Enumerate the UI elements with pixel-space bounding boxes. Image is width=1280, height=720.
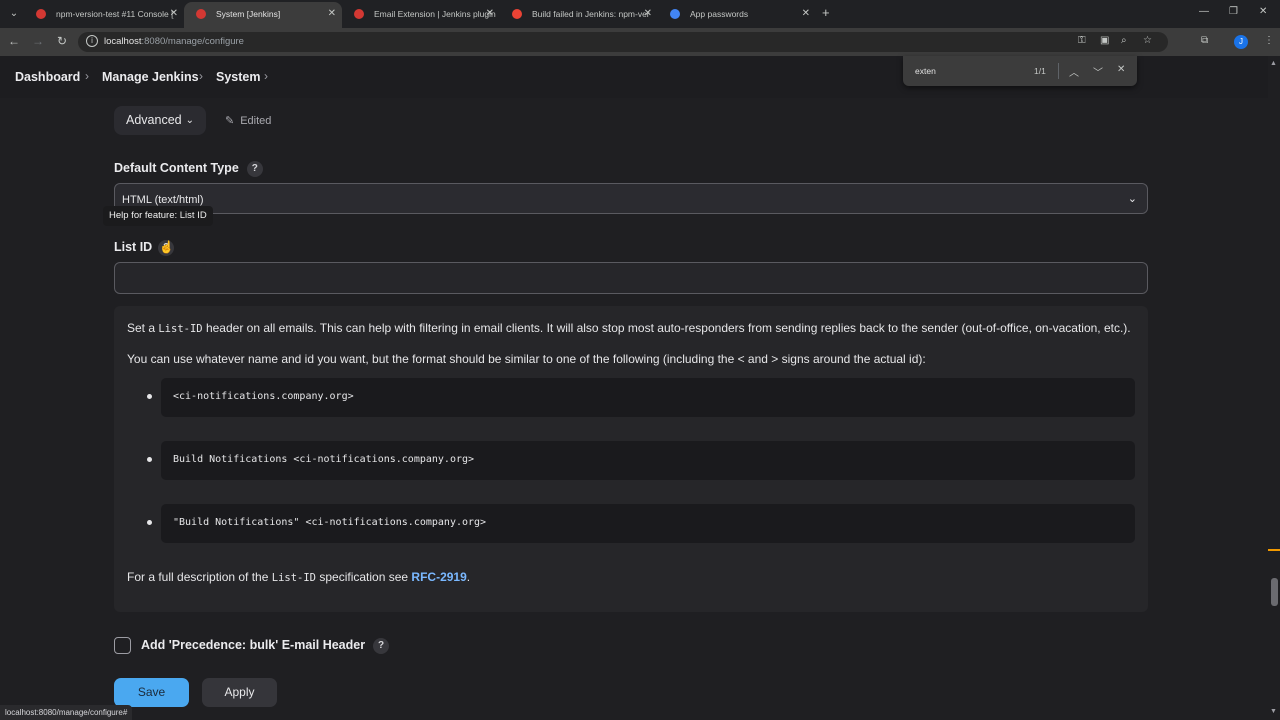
precedence-bulk-checkbox[interactable] xyxy=(114,637,131,654)
edited-indicator: ✎ Edited xyxy=(225,115,272,127)
find-input[interactable]: exten xyxy=(915,66,936,76)
page-action-icon[interactable]: ▣ xyxy=(1100,35,1109,46)
url-text: localhost:8080/manage/configure xyxy=(104,36,244,47)
site-info-icon[interactable]: i xyxy=(86,35,98,47)
browser-tab-strip: ⌄ npm-version-test #11 Console [ ✕ Syste… xyxy=(0,0,1280,28)
restore-icon[interactable]: ❐ xyxy=(1229,6,1238,17)
apply-button[interactable]: Apply xyxy=(202,678,277,707)
scrollbar[interactable] xyxy=(1268,56,1280,720)
configure-form: Advanced ⌄ ✎ Edited Default Content Type?… xyxy=(0,98,1268,720)
help-paragraph: You can use whatever name and id you wan… xyxy=(127,352,926,366)
breadcrumb-separator-icon: › xyxy=(85,69,89,83)
save-button[interactable]: Save xyxy=(114,678,189,707)
list-id-input[interactable] xyxy=(114,262,1148,294)
jenkins-favicon-icon xyxy=(354,9,364,19)
google-favicon-icon xyxy=(670,9,680,19)
close-tab-icon[interactable]: ✕ xyxy=(802,2,810,26)
breadcrumb-dashboard[interactable]: Dashboard xyxy=(15,70,80,84)
breadcrumb-separator-icon: › xyxy=(199,69,203,83)
find-match-marker xyxy=(1268,549,1280,551)
chevron-down-icon: ⌄ xyxy=(1127,193,1137,205)
jenkins-favicon-icon xyxy=(196,9,206,19)
rfc-2919-link[interactable]: RFC-2919 xyxy=(411,570,466,584)
find-next-icon[interactable]: ﹀ xyxy=(1093,64,1103,79)
list-id-help-panel: Set a List-ID header on all emails. This… xyxy=(114,306,1148,612)
scroll-down-icon[interactable]: ▼ xyxy=(1270,708,1277,715)
close-tab-icon[interactable]: ✕ xyxy=(328,2,336,26)
help-icon[interactable]: ? xyxy=(246,161,263,177)
default-content-type-select[interactable]: HTML (text/html) ⌄ xyxy=(114,183,1148,214)
pencil-icon: ✎ xyxy=(225,115,235,127)
forward-icon[interactable]: → xyxy=(30,34,46,48)
bullet xyxy=(147,394,152,399)
browser-menu-icon[interactable]: ⋮ xyxy=(1264,35,1274,46)
chevron-down-icon: ⌄ xyxy=(185,115,194,126)
minimize-icon[interactable]: — xyxy=(1199,6,1209,17)
new-tab-icon[interactable]: + xyxy=(822,5,830,20)
breadcrumb-manage-jenkins[interactable]: Manage Jenkins xyxy=(102,70,199,84)
code-example: Build Notifications <ci-notifications.co… xyxy=(161,441,1135,480)
back-icon[interactable]: ← xyxy=(6,34,22,48)
reload-icon[interactable]: ↻ xyxy=(54,34,70,48)
zoom-icon[interactable]: ⌕ xyxy=(1121,35,1127,46)
scrollbar-thumb[interactable] xyxy=(1271,578,1278,606)
tab-system-jenkins[interactable]: System [Jenkins] ✕ xyxy=(184,2,342,28)
tab-search-icon[interactable]: ⌄ xyxy=(6,6,22,22)
gmail-favicon-icon xyxy=(512,9,522,19)
jenkins-favicon-icon xyxy=(36,9,46,19)
scroll-up-icon[interactable]: ▲ xyxy=(1270,60,1277,67)
window-close-icon[interactable]: ✕ xyxy=(1259,6,1267,17)
tab-npm-version-test[interactable]: npm-version-test #11 Console [ ✕ xyxy=(24,2,184,28)
help-tooltip: Help for feature: List ID xyxy=(103,206,213,226)
find-divider xyxy=(1058,63,1059,79)
bookmark-star-icon[interactable]: ☆ xyxy=(1143,35,1152,46)
code-example: <ci-notifications.company.org> xyxy=(161,378,1135,417)
extensions-icon[interactable]: ⧉ xyxy=(1201,35,1208,46)
tab-app-passwords[interactable]: App passwords ✕ xyxy=(658,2,816,28)
tab-email-extension[interactable]: Email Extension | Jenkins plugin ✕ xyxy=(342,2,500,28)
tab-build-failed[interactable]: Build failed in Jenkins: npm-ver ✕ xyxy=(500,2,658,28)
browser-toolbar: ← → ↻ i localhost:8080/manage/configure … xyxy=(0,28,1280,56)
breadcrumb-system[interactable]: System xyxy=(216,70,260,84)
default-content-type-label: Default Content Type? xyxy=(114,161,263,177)
close-tab-icon[interactable]: ✕ xyxy=(170,2,178,26)
precedence-bulk-label: Add 'Precedence: bulk' E-mail Header? xyxy=(141,638,390,654)
close-tab-icon[interactable]: ✕ xyxy=(486,2,494,26)
status-url: localhost:8080/manage/configure# xyxy=(0,705,133,720)
help-paragraph: Set a List-ID header on all emails. This… xyxy=(127,321,1131,335)
bullet xyxy=(147,457,152,462)
breadcrumb-dropdown-icon[interactable]: › xyxy=(264,69,268,83)
help-paragraph: For a full description of the List-ID sp… xyxy=(127,570,471,584)
find-previous-icon[interactable]: ︿ xyxy=(1069,64,1079,79)
password-key-icon[interactable]: ⚿ xyxy=(1078,35,1086,46)
find-bar: exten 1/1 ︿ ﹀ ✕ xyxy=(903,56,1137,86)
help-icon[interactable]: ? xyxy=(373,638,390,654)
advanced-button[interactable]: Advanced ⌄ xyxy=(114,106,206,135)
close-tab-icon[interactable]: ✕ xyxy=(644,2,652,26)
find-close-icon[interactable]: ✕ xyxy=(1117,64,1125,75)
bullet xyxy=(147,520,152,525)
profile-avatar[interactable]: J xyxy=(1234,35,1248,49)
code-example: "Build Notifications" <ci-notifications.… xyxy=(161,504,1135,543)
mouse-cursor-icon: ☝ xyxy=(159,240,174,254)
find-count: 1/1 xyxy=(1034,66,1046,76)
address-bar[interactable]: i localhost:8080/manage/configure xyxy=(78,32,1168,52)
